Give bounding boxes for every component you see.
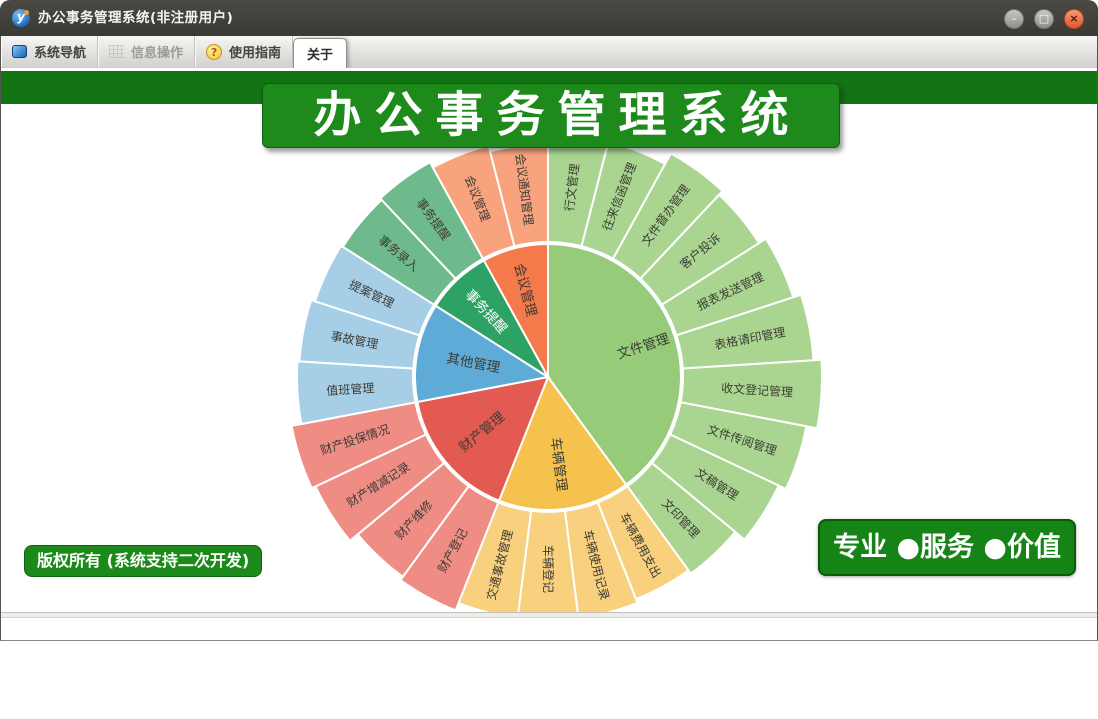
toolbar-tab-1[interactable]: 系统导航: [1, 36, 99, 67]
maximize-button[interactable]: □: [1034, 9, 1054, 29]
window-controls: – □ ×: [1004, 9, 1084, 29]
toolbar-tab-label: 使用指南: [229, 46, 282, 61]
copyright-badge: 版权所有 (系统支持二次开发): [24, 545, 263, 577]
content-area: 文件管理 行文管理 往来信函管理 文件督办管理 客户投诉 报表发送管理 表格请印管理 收文登记…: [1, 68, 1097, 618]
banner-title: 办公事务管理系统: [262, 83, 840, 148]
grid-icon: [109, 45, 125, 58]
window-title: 办公事务管理系统(非注册用户): [38, 10, 234, 26]
toolbar-tab-4[interactable]: 关于: [293, 38, 348, 68]
toolbar-tab-3[interactable]: ? 使用指南: [195, 36, 294, 67]
titlebar: y 办公事务管理系统(非注册用户) – □ ×: [0, 0, 1098, 36]
app-window: y 办公事务管理系统(非注册用户) – □ × 系统导航 信息操作? 使用指南 关于 文件…: [0, 0, 1098, 641]
toolbar-tab-2[interactable]: 信息操作: [98, 36, 196, 67]
minimize-button[interactable]: –: [1004, 9, 1024, 29]
close-button[interactable]: ×: [1064, 9, 1084, 29]
toolbar-tab-label: 系统导航: [34, 46, 87, 61]
slogan-badge: 专业 ●服务 ●价值: [818, 519, 1076, 576]
content-divider: [1, 612, 1097, 618]
y-logo-icon: y: [12, 9, 30, 27]
monitor-icon: [12, 45, 27, 58]
help-icon: ?: [206, 43, 223, 60]
toolbar-tab-label: 关于: [307, 48, 334, 63]
toolbar-tab-label: 信息操作: [131, 46, 184, 61]
toolbar-tabs: 系统导航 信息操作? 使用指南 关于: [1, 36, 1097, 68]
sunburst-label: 车辆登记: [541, 545, 556, 593]
sunburst-label: 值班管理: [326, 380, 375, 398]
toolbar: 系统导航 信息操作? 使用指南 关于: [1, 36, 1097, 68]
